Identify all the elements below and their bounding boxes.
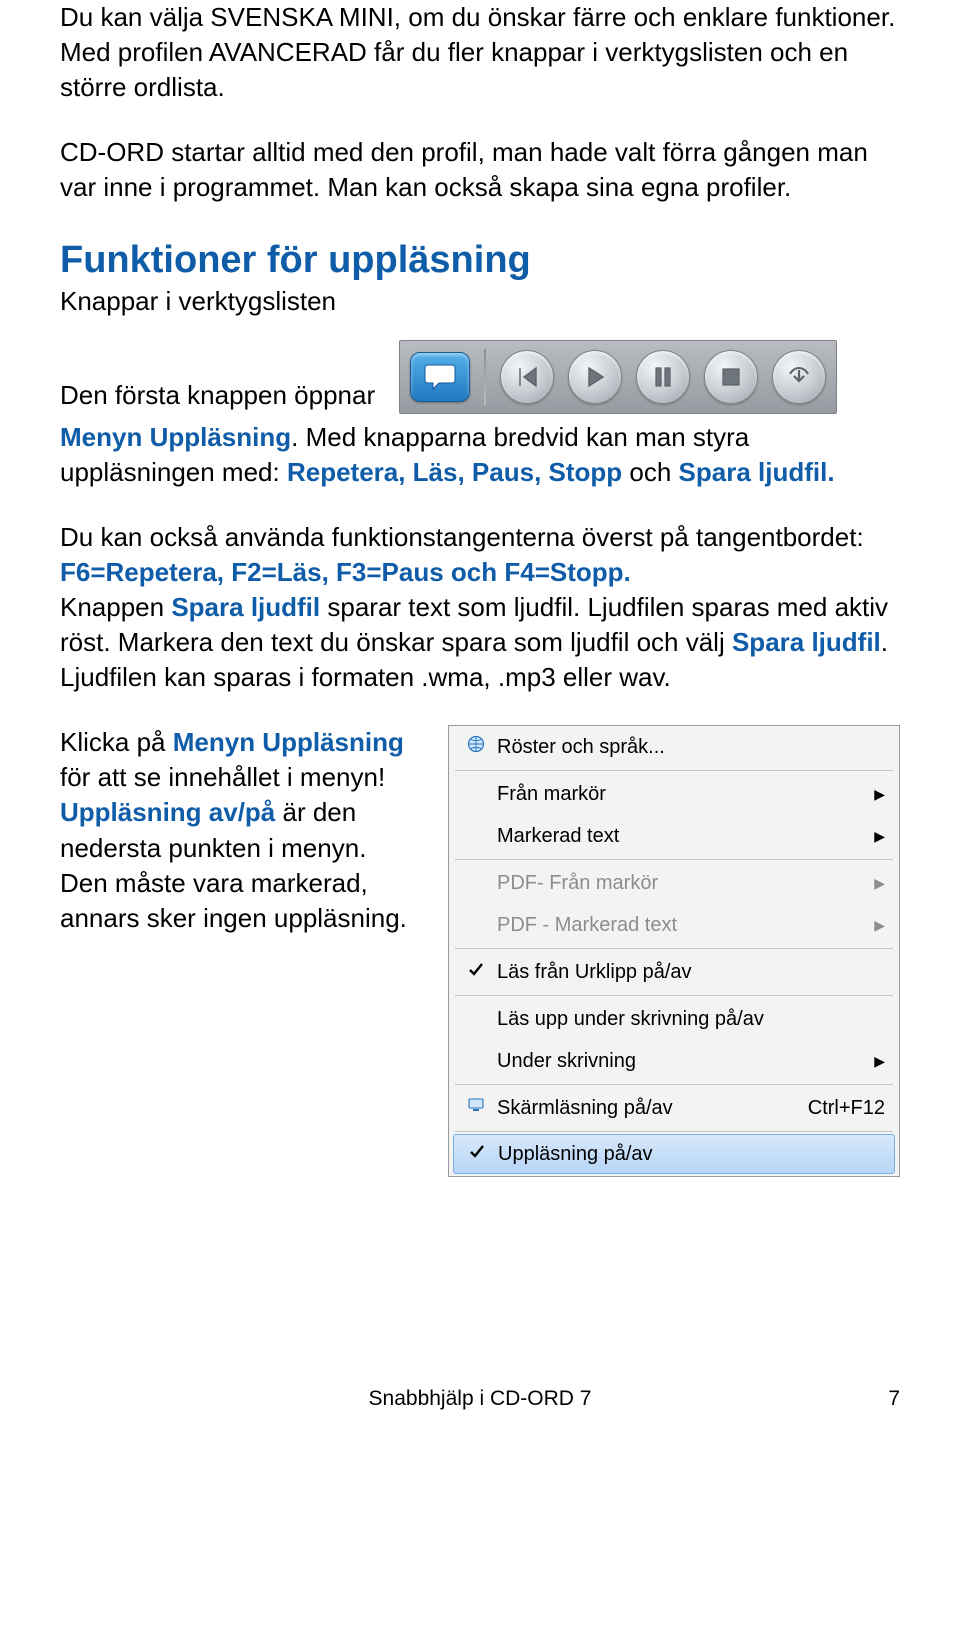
submenu-arrow-icon: ▶ xyxy=(874,875,885,892)
menu-shortcut: Ctrl+F12 xyxy=(788,1097,885,1120)
toolbar-divider xyxy=(484,349,486,405)
menu-separator xyxy=(455,1131,893,1132)
speech-bubble-icon xyxy=(423,362,457,392)
function-keys: F6=Repetera, F2=Läs, F3=Paus och F4=Stop… xyxy=(60,557,631,587)
download-audio-icon xyxy=(786,364,812,390)
footer-title: Snabbhjälp i CD-ORD 7 xyxy=(100,1387,860,1411)
command-list: Repetera, Läs, Paus, Stopp xyxy=(287,457,622,487)
reading-menu: Röster och språk...Från markör▶Markerad … xyxy=(448,725,900,1177)
menu-separator xyxy=(455,859,893,860)
menu-separator xyxy=(455,1084,893,1085)
menu-separator xyxy=(455,770,893,771)
menu-item-label: Läs upp under skrivning på/av xyxy=(491,1008,885,1031)
page-number: 7 xyxy=(860,1387,900,1411)
menu-item-label: Under skrivning xyxy=(491,1050,874,1073)
intro-paragraph-2: CD-ORD startar alltid med den profil, ma… xyxy=(60,135,900,205)
submenu-arrow-icon: ▶ xyxy=(874,786,885,803)
stop-button[interactable] xyxy=(704,350,758,404)
menu-item[interactable]: Läs upp under skrivning på/av xyxy=(449,998,899,1040)
menu-item-label: Skärmläsning på/av xyxy=(491,1097,788,1120)
check-icon xyxy=(468,1142,486,1166)
menu-item: PDF- Från markör▶ xyxy=(449,862,899,904)
intro-paragraph-1: Du kan välja SVENSKA MINI, om du önskar … xyxy=(60,0,900,105)
menu-name: Menyn Uppläsning xyxy=(60,422,291,452)
repeat-button[interactable] xyxy=(500,350,554,404)
menu-item[interactable]: Röster och språk... xyxy=(449,726,899,768)
menu-item[interactable]: Uppläsning på/av xyxy=(453,1134,895,1174)
menu-separator xyxy=(455,948,893,949)
toolbar-caption: Den första knappen öppnar xyxy=(60,378,375,413)
menu-item[interactable]: Under skrivning▶ xyxy=(449,1040,899,1082)
save-audio-button[interactable] xyxy=(772,350,826,404)
pause-button[interactable] xyxy=(636,350,690,404)
section-heading: Funktioner för uppläsning xyxy=(60,239,900,282)
menu-item[interactable]: Från markör▶ xyxy=(449,773,899,815)
menu-item-label: Markerad text xyxy=(491,825,874,848)
globe-icon xyxy=(467,735,485,759)
section-subhead: Knappar i verktygslisten xyxy=(60,284,900,319)
speech-menu-button[interactable] xyxy=(410,352,470,402)
menu-item[interactable]: Läs från Urklipp på/av xyxy=(449,951,899,993)
save-audio-label: Spara ljudfil. xyxy=(679,457,835,487)
monitor-icon xyxy=(467,1096,485,1120)
pause-icon xyxy=(650,364,676,390)
function-keys-paragraph: Du kan också använda funktionstangentern… xyxy=(60,520,900,695)
page-footer: Snabbhjälp i CD-ORD 7 7 xyxy=(60,1387,900,1411)
menu-item-label: PDF - Markerad text xyxy=(491,914,874,937)
menu-separator xyxy=(455,995,893,996)
reading-toolbar xyxy=(399,340,837,414)
menu-item-label: Från markör xyxy=(491,783,874,806)
menu-item-label: PDF- Från markör xyxy=(491,872,874,895)
menu-item[interactable]: Skärmläsning på/avCtrl+F12 xyxy=(449,1087,899,1129)
submenu-arrow-icon: ▶ xyxy=(874,828,885,845)
submenu-arrow-icon: ▶ xyxy=(874,1053,885,1070)
check-icon xyxy=(467,960,485,984)
menu-item-label: Uppläsning på/av xyxy=(492,1143,880,1166)
stop-icon xyxy=(718,364,744,390)
menu-item: PDF - Markerad text▶ xyxy=(449,904,899,946)
menu-item-label: Läs från Urklipp på/av xyxy=(491,961,885,984)
menu-description: Menyn Uppläsning. Med knapparna bredvid … xyxy=(60,420,900,490)
submenu-arrow-icon: ▶ xyxy=(874,917,885,934)
menu-item-label: Röster och språk... xyxy=(491,736,885,759)
skip-back-icon xyxy=(514,364,540,390)
menu-item[interactable]: Markerad text▶ xyxy=(449,815,899,857)
play-button[interactable] xyxy=(568,350,622,404)
play-icon xyxy=(582,364,608,390)
menu-instructions: Klicka på Menyn Uppläsning för att se in… xyxy=(60,725,420,936)
